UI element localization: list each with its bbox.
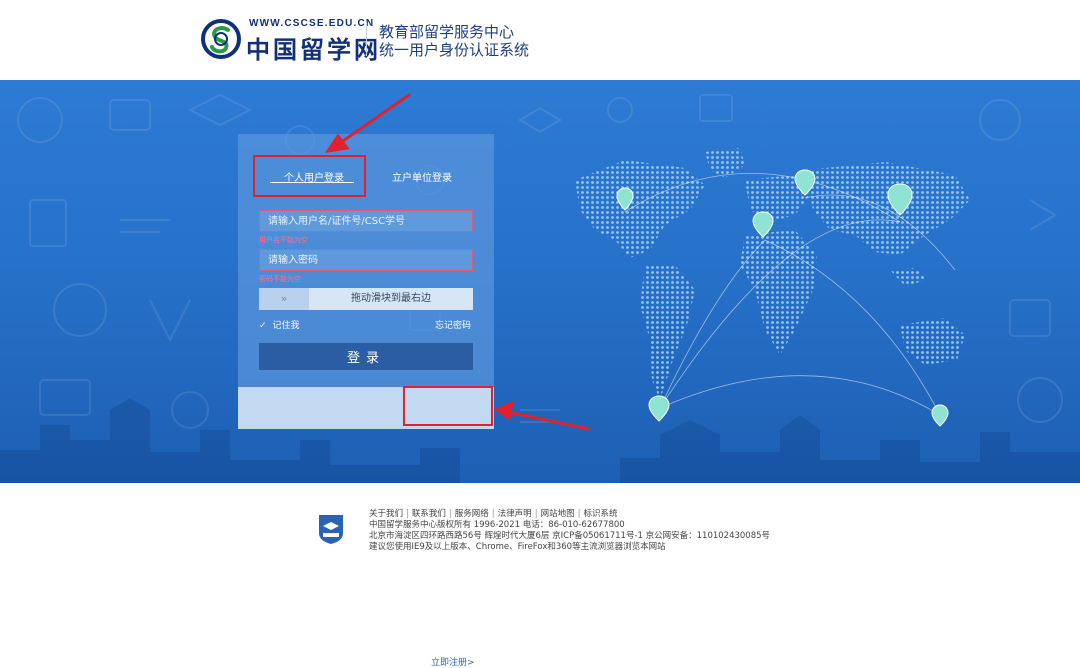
- slide-captcha[interactable]: » 拖动滑块到最右边: [259, 288, 473, 310]
- map-pins-layer: [616, 169, 949, 427]
- header-divider: [366, 22, 367, 56]
- header-subtitle-system: 统一用户身份认证系统: [379, 41, 530, 59]
- register-link[interactable]: 立即注册>: [431, 655, 475, 668]
- username-input[interactable]: [259, 210, 473, 232]
- slider-instruction: 拖动滑块到最右边: [351, 293, 431, 304]
- login-banner: [0, 80, 1080, 483]
- password-error-text: 密码不能为空: [259, 275, 301, 283]
- map-pin-icon: [752, 211, 774, 238]
- map-pin-icon: [616, 187, 634, 211]
- logo-url-text: WWW.CSCSE.EDU.CN: [249, 18, 375, 29]
- public-institution-badge-icon[interactable]: [317, 513, 345, 545]
- username-error-text: 用户名不能为空: [259, 236, 308, 244]
- page-header: WWW.CSCSE.EDU.CN 中国留学网 教育部留学服务中心 统一用户身份认…: [0, 0, 1080, 80]
- map-pin-icon: [794, 169, 816, 196]
- annotation-box-personal-tab: [253, 155, 366, 197]
- map-pin-icon: [931, 404, 949, 427]
- slider-handle[interactable]: »: [259, 288, 309, 310]
- footer-browser-note: 建议您使用IE9及以上版本、Chrome、FireFox和360等主流浏览器浏览…: [369, 542, 666, 552]
- logo-title: 中国留学网: [246, 35, 381, 64]
- map-pin-icon: [887, 183, 913, 216]
- login-button[interactable]: 登录: [259, 343, 473, 370]
- remember-me-label: 记住我: [272, 321, 300, 331]
- annotation-box-register: [403, 386, 493, 426]
- map-pin-icon: [648, 395, 670, 422]
- tab-unit-login[interactable]: 立户单位登录: [392, 169, 452, 184]
- checkmark-icon: ✓: [259, 321, 267, 331]
- password-input[interactable]: [259, 249, 473, 271]
- forgot-password-link[interactable]: 忘记密码: [435, 318, 471, 331]
- remember-me-checkbox[interactable]: ✓ 记住我: [259, 318, 300, 331]
- cscse-logo-icon[interactable]: [201, 19, 241, 59]
